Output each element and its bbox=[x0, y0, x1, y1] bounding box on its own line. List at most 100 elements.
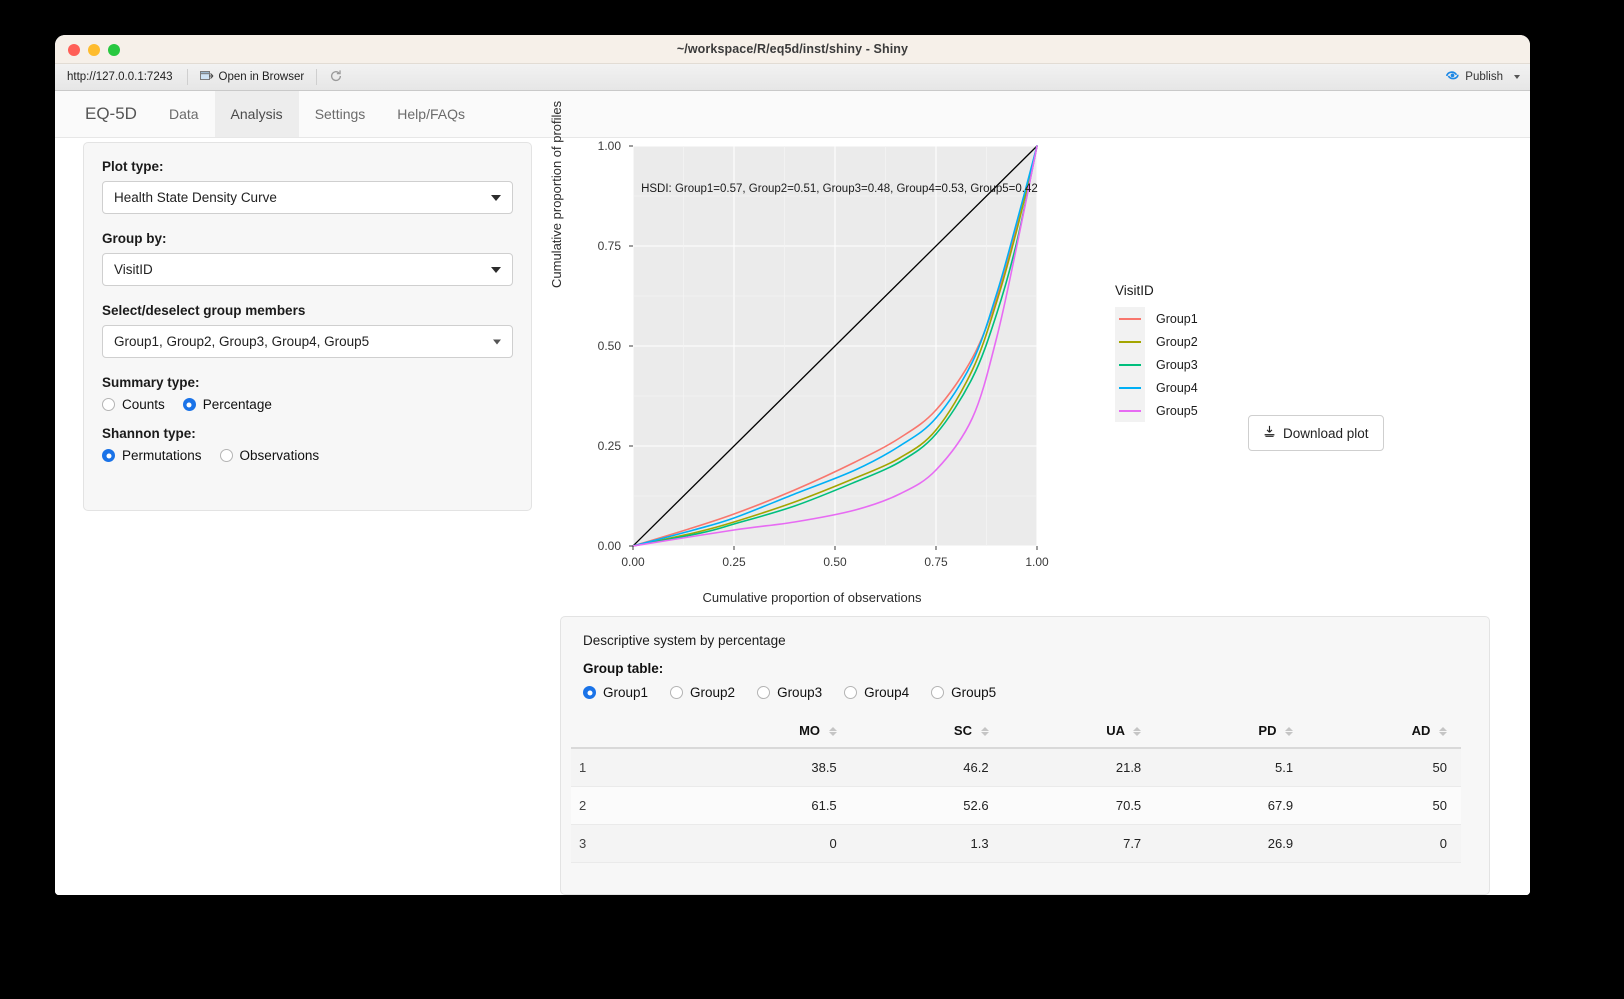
column-header-ad[interactable]: AD bbox=[1307, 716, 1461, 748]
sort-icon-pd[interactable] bbox=[1285, 726, 1293, 737]
y-tick-label: 0.00 bbox=[598, 539, 622, 553]
open-in-browser-label: Open in Browser bbox=[219, 71, 305, 83]
app-body: EQ-5D Data Analysis Settings Help/FAQs P… bbox=[55, 91, 1530, 895]
toolbar-divider-2 bbox=[316, 69, 317, 85]
summary-option-counts[interactable]: Counts bbox=[102, 397, 165, 412]
legend-key-icon bbox=[1115, 376, 1145, 399]
open-in-browser-button[interactable]: Open in Browser bbox=[194, 68, 311, 87]
radio-icon-group3[interactable] bbox=[757, 686, 770, 699]
cell-pd: 26.9 bbox=[1155, 825, 1307, 863]
summary-type-radio-group: Counts Percentage bbox=[102, 397, 513, 412]
download-plot-button[interactable]: Download plot bbox=[1248, 415, 1384, 451]
window-title: ~/workspace/R/eq5d/inst/shiny - Shiny bbox=[55, 42, 1530, 56]
group-radio-group4[interactable]: Group4 bbox=[844, 685, 909, 700]
group-radio-group1[interactable]: Group1 bbox=[583, 685, 648, 700]
legend-label: Group1 bbox=[1156, 312, 1198, 326]
y-tick-label: 0.75 bbox=[598, 239, 622, 253]
legend-title: VisitID bbox=[1115, 283, 1285, 298]
shannon-type-radio-group: Permutations Observations bbox=[102, 448, 513, 463]
group-radio-label: Group1 bbox=[603, 685, 648, 700]
publish-button[interactable]: Publish bbox=[1445, 69, 1524, 85]
group-radio-group2[interactable]: Group2 bbox=[670, 685, 735, 700]
y-axis-label: Cumulative proportion of profiles bbox=[549, 101, 564, 288]
summary-type-label: Summary type: bbox=[102, 375, 513, 390]
column-header-pd[interactable]: PD bbox=[1155, 716, 1307, 748]
shannon-option-permutations[interactable]: Permutations bbox=[102, 448, 202, 463]
legend-item-group1: Group1 bbox=[1115, 307, 1285, 330]
window-titlebar: ~/workspace/R/eq5d/inst/shiny - Shiny bbox=[55, 35, 1530, 64]
cell-ua: 70.5 bbox=[1003, 787, 1156, 825]
sort-icon-mo[interactable] bbox=[829, 726, 837, 737]
radio-icon-group2[interactable] bbox=[670, 686, 683, 699]
app-navbar: EQ-5D Data Analysis Settings Help/FAQs bbox=[55, 91, 1530, 138]
legend-label: Group4 bbox=[1156, 381, 1198, 395]
radio-icon-observations[interactable] bbox=[220, 449, 233, 462]
radio-icon-permutations[interactable] bbox=[102, 449, 115, 462]
legend-key-icon bbox=[1115, 330, 1145, 353]
x-tick-label: 0.75 bbox=[924, 555, 948, 569]
url-text[interactable]: http://127.0.0.1:7243 bbox=[61, 71, 181, 83]
group-by-select[interactable]: VisitID bbox=[102, 253, 513, 286]
group-radio-label: Group3 bbox=[777, 685, 822, 700]
chart-legend: VisitID Group1Group2Group3Group4Group5 bbox=[1115, 283, 1285, 422]
summary-option-percentage-label: Percentage bbox=[203, 397, 272, 412]
radio-icon-counts[interactable] bbox=[102, 398, 115, 411]
cell-ad: 0 bbox=[1307, 825, 1461, 863]
group-by-value: VisitID bbox=[114, 262, 153, 277]
publish-icon bbox=[1445, 69, 1460, 85]
x-tick-label: 0.00 bbox=[621, 555, 645, 569]
radio-icon-group5[interactable] bbox=[931, 686, 944, 699]
table-card-title: Descriptive system by percentage bbox=[561, 633, 1489, 648]
chevron-down-icon bbox=[491, 195, 501, 201]
legend-key-icon bbox=[1115, 307, 1145, 330]
table-row: 138.546.221.85.150 bbox=[571, 748, 1461, 787]
group-radio-group5[interactable]: Group5 bbox=[931, 685, 996, 700]
sort-icon-ad[interactable] bbox=[1439, 726, 1447, 737]
column-header-mo[interactable]: MO bbox=[691, 716, 851, 748]
controls-panel: Plot type: Health State Density Curve Gr… bbox=[83, 142, 532, 511]
radio-icon-percentage[interactable] bbox=[183, 398, 196, 411]
download-icon bbox=[1263, 425, 1276, 441]
tab-help-faqs[interactable]: Help/FAQs bbox=[381, 91, 481, 137]
radio-icon-group1[interactable] bbox=[583, 686, 596, 699]
group-radio-label: Group2 bbox=[690, 685, 735, 700]
y-tick-label: 0.25 bbox=[598, 439, 622, 453]
legend-line-swatch bbox=[1119, 341, 1141, 343]
group-members-select[interactable]: Group1, Group2, Group3, Group4, Group5 bbox=[102, 325, 513, 358]
cell-ad: 50 bbox=[1307, 787, 1461, 825]
cell-ua: 21.8 bbox=[1003, 748, 1156, 787]
cell-mo: 0 bbox=[691, 825, 851, 863]
group-radio-group3[interactable]: Group3 bbox=[757, 685, 822, 700]
cell-mo: 61.5 bbox=[691, 787, 851, 825]
reload-button[interactable] bbox=[323, 67, 349, 88]
legend-line-swatch bbox=[1119, 364, 1141, 366]
plot-container: Cumulative proportion of profiles HSDI: … bbox=[555, 138, 1475, 608]
tab-analysis[interactable]: Analysis bbox=[215, 91, 299, 137]
group-table-card: Descriptive system by percentage Group t… bbox=[560, 616, 1490, 895]
tab-data[interactable]: Data bbox=[153, 91, 215, 137]
plot-type-select[interactable]: Health State Density Curve bbox=[102, 181, 513, 214]
summary-option-percentage[interactable]: Percentage bbox=[183, 397, 272, 412]
shannon-option-observations[interactable]: Observations bbox=[220, 448, 320, 463]
chevron-down-icon[interactable] bbox=[1514, 75, 1520, 79]
radio-icon-group4[interactable] bbox=[844, 686, 857, 699]
legend-item-list: Group1Group2Group3Group4Group5 bbox=[1115, 307, 1285, 422]
column-header-ua[interactable]: UA bbox=[1003, 716, 1156, 748]
summary-option-counts-label: Counts bbox=[122, 397, 165, 412]
table-card-subtitle: Group table: bbox=[561, 661, 1489, 676]
plot-type-label: Plot type: bbox=[102, 159, 513, 174]
sort-icon-sc[interactable] bbox=[981, 726, 989, 737]
column-header-pd-label: PD bbox=[1258, 723, 1276, 738]
table-row: 261.552.670.567.950 bbox=[571, 787, 1461, 825]
legend-line-swatch bbox=[1119, 387, 1141, 389]
column-header-ad-label: AD bbox=[1412, 723, 1431, 738]
group-table-radio-group: Group1 Group2 Group3 Group4 Group5 bbox=[561, 685, 1489, 700]
y-tick-label: 0.50 bbox=[598, 339, 622, 353]
x-axis-label: Cumulative proportion of observations bbox=[603, 590, 1021, 605]
cell-index: 1 bbox=[571, 748, 691, 787]
sort-icon-ua[interactable] bbox=[1133, 726, 1141, 737]
external-window-icon bbox=[200, 70, 214, 85]
table-body: 138.546.221.85.150261.552.670.567.950301… bbox=[571, 748, 1461, 863]
column-header-sc[interactable]: SC bbox=[851, 716, 1003, 748]
tab-settings[interactable]: Settings bbox=[299, 91, 382, 137]
